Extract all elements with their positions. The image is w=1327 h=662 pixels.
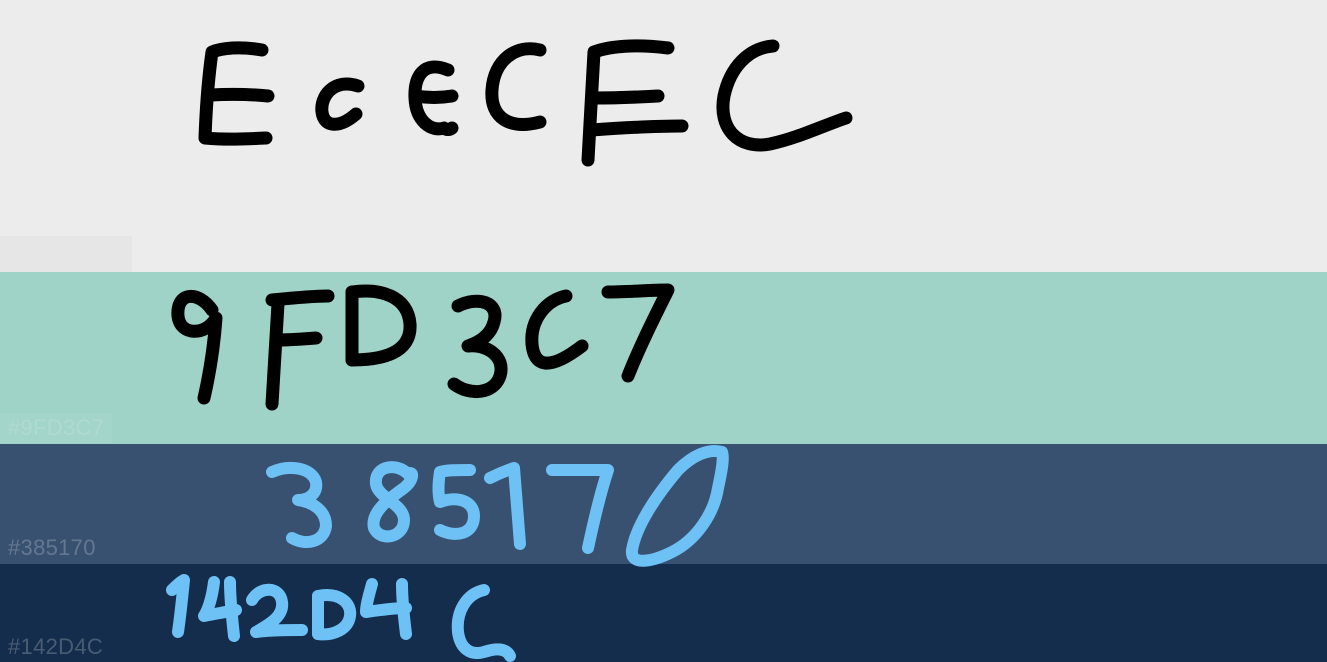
swatch-9fd3c7: #9FD3C7 xyxy=(0,272,1327,444)
hex-label: #9FD3C7 xyxy=(0,413,113,443)
swatch-ecec: #ECECEC xyxy=(0,0,1327,272)
swatch-385170: #385170 xyxy=(0,444,1327,564)
swatch-142d4c: #142D4C xyxy=(0,564,1327,662)
hex-label: #ECECEC xyxy=(0,236,132,272)
hex-label: #385170 xyxy=(8,535,96,560)
hex-label: #142D4C xyxy=(8,634,104,659)
color-palette: #ECECEC #9FD3C7 #385170 #142D4C xyxy=(0,0,1327,662)
